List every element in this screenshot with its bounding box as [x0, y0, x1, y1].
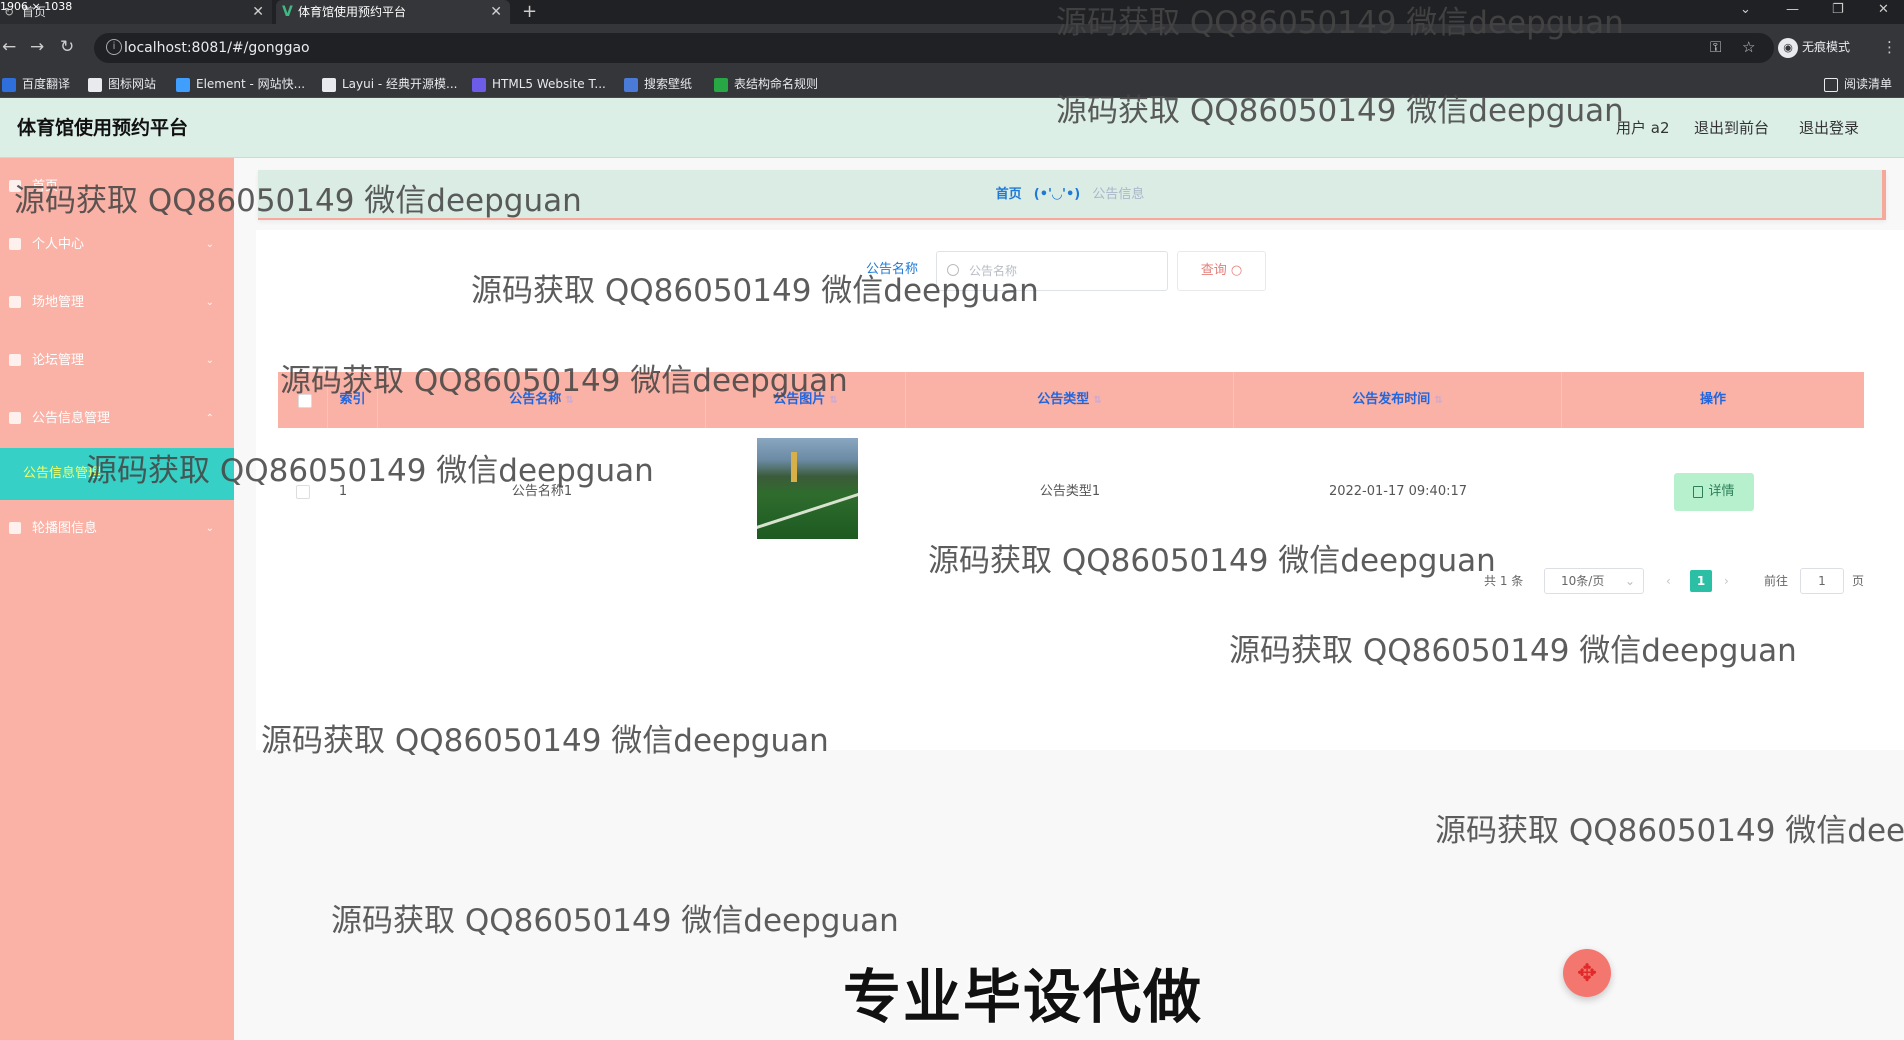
minimize-icon[interactable]: — [1786, 0, 1799, 20]
dimension-label: 1906 × 1038 [0, 0, 73, 13]
cell-time: 2022-01-17 09:40:17 [1328, 484, 1468, 499]
translate-icon [2, 77, 16, 92]
tab-search-icon[interactable]: ⌄ [1740, 0, 1751, 20]
prev-page-icon[interactable]: ‹ [1666, 568, 1671, 594]
watermark-text: 源码获取 QQ86050149 微信deepguan [928, 543, 1496, 579]
back-icon[interactable]: ← [2, 36, 16, 58]
breadcrumb-current: 公告信息 [1092, 187, 1145, 202]
cell-type: 公告类型1 [1039, 484, 1101, 499]
sidebar-item-carousel[interactable]: 轮播图信息 ⌄ [0, 500, 234, 558]
reload-icon[interactable]: ↻ [60, 36, 74, 58]
column-type[interactable]: 公告类型 ⇅ [906, 372, 1234, 428]
chevron-down-icon: ⌄ [205, 355, 214, 366]
detail-button[interactable]: 详情 [1674, 473, 1754, 511]
breadcrumb-separator: (•'◡'•) [1033, 187, 1081, 202]
close-window-icon[interactable]: ✕ [1878, 0, 1889, 20]
notice-image[interactable] [757, 438, 858, 539]
sidebar-item-forum[interactable]: 论坛管理 ⌄ [0, 332, 234, 390]
incognito-icon: ◉ [1778, 37, 1798, 58]
url-text[interactable]: localhost:8081/#/gonggao [124, 33, 310, 63]
html5-icon [472, 77, 486, 92]
page-number-current[interactable]: 1 [1690, 570, 1712, 592]
app-title: 体育馆使用预约平台 [17, 117, 189, 139]
bookmark-layui[interactable]: Layui - 经典开源模... [322, 70, 457, 98]
table-row: 1 公告名称1 公告类型1 2022-01-17 09:40:17 详情 [278, 428, 1864, 556]
column-time[interactable]: 公告发布时间 ⇅ [1234, 372, 1562, 428]
breadcrumb-home[interactable]: 首页 [996, 187, 1022, 202]
chevron-down-icon: ⌄ [205, 297, 214, 308]
restore-icon[interactable]: ❐ [1832, 0, 1844, 20]
reading-list[interactable]: 阅读清单 [1824, 70, 1892, 98]
settings-float-button[interactable]: ✥ [1563, 949, 1611, 997]
watermark-text: 源码获取 QQ86050149 微信deepguan [280, 363, 848, 399]
user-label: 用户 a2 [1616, 119, 1670, 137]
watermark-text: 源码获取 QQ86050149 微信deepguan [471, 273, 1039, 309]
sidebar-item-personal-center[interactable]: 个人中心 ⌄ [0, 216, 234, 274]
watermark-text: 源码获取 QQ86050149 微信deepguan [86, 453, 654, 489]
sidebar-item-venue[interactable]: 场地管理 ⌄ [0, 274, 234, 332]
image-icon [9, 522, 21, 534]
watermark-text: 源码获取 QQ86050149 微信deepguan [261, 723, 829, 759]
flag-icon [88, 77, 102, 92]
user-icon [9, 296, 21, 308]
bookmark-html5[interactable]: HTML5 Website T... [472, 70, 606, 98]
field-line-shape [757, 487, 858, 532]
next-page-icon[interactable]: › [1724, 568, 1729, 594]
column-actions: 操作 [1699, 392, 1726, 407]
page-suffix: 页 [1852, 574, 1865, 588]
cell-index: 1 [338, 484, 348, 499]
exit-to-front-link[interactable]: 退出到前台 [1694, 98, 1769, 158]
user-icon [9, 238, 21, 250]
new-tab-icon[interactable]: + [522, 0, 537, 24]
search-icon: ○ [1230, 263, 1243, 278]
menu-icon[interactable]: ⋮ [1882, 36, 1897, 58]
sidebar: 首页 个人中心 ⌄ 场地管理 ⌄ 论坛管理 ⌄ 公告信息管理 ⌃ 公告信息管理 … [0, 158, 234, 1040]
gear-icon: ✥ [1576, 959, 1598, 987]
bookmark-wallpaper[interactable]: 搜索壁纸 [624, 70, 692, 98]
watermark-text: 源码获取 QQ86050149 微信deepguan [14, 183, 582, 219]
close-tab-icon[interactable]: ✕ [252, 0, 264, 24]
sort-icon: ⇅ [1434, 395, 1443, 406]
key-icon[interactable]: ⚿ [1710, 36, 1721, 58]
star-icon[interactable]: ☆ [1742, 36, 1755, 58]
bookmark-naming-rules[interactable]: 表结构命名规则 [714, 70, 818, 98]
bookmark-element[interactable]: Element - 网站快... [176, 70, 305, 98]
promo-banner: 专业毕设代做 [843, 963, 1204, 1031]
vue-icon: V [282, 4, 293, 20]
element-icon [176, 77, 190, 92]
goto-label: 前往 [1764, 574, 1789, 588]
chevron-up-icon: ⌃ [205, 413, 214, 424]
watermark-text: 源码获取 QQ86050149 微信deepguan [331, 903, 899, 939]
chevron-down-icon: ⌄ [1624, 574, 1635, 588]
watermark-text: 源码获取 QQ86050149 微信deepguan [1056, 93, 1624, 129]
reading-list-icon [1824, 77, 1838, 92]
page-size-select[interactable]: 10条/页 ⌄ [1544, 568, 1644, 594]
watermark-text: 源码获取 QQ86050149 微信deepguan [1056, 5, 1624, 41]
document-icon [1693, 485, 1704, 498]
goto-page-input[interactable]: 1 [1800, 568, 1844, 594]
tab-platform[interactable]: V 体育馆使用预约平台 ✕ [276, 0, 510, 24]
chevron-down-icon: ⌄ [205, 523, 214, 534]
forward-icon[interactable]: → [30, 36, 44, 58]
layui-icon [322, 77, 336, 92]
site-info-icon[interactable]: i [106, 39, 122, 55]
bookmark-baidu-translate[interactable]: 百度翻译 [2, 70, 70, 98]
incognito-profile[interactable]: ◉ 无痕模式 [1778, 36, 1850, 58]
wallpaper-icon [624, 77, 638, 92]
watermark-text: 源码获取 QQ86050149 微信deepguan [1435, 813, 1904, 849]
cell-name: 公告名称1 [511, 484, 573, 499]
sheet-icon [714, 77, 728, 92]
bookmark-icon-site[interactable]: 图标网站 [88, 70, 156, 98]
sidebar-item-notice-management[interactable]: 公告信息管理 ⌃ [0, 390, 234, 448]
query-button[interactable]: 查询 ○ [1177, 251, 1266, 291]
watermark-text: 源码获取 QQ86050149 微信deepguan [1229, 633, 1797, 669]
chevron-down-icon: ⌄ [205, 239, 214, 250]
logout-link[interactable]: 退出登录 [1799, 98, 1859, 158]
goal-post-shape [791, 452, 797, 482]
forum-icon [9, 354, 21, 366]
close-tab-icon[interactable]: ✕ [490, 0, 502, 24]
sort-icon: ⇅ [1093, 395, 1102, 406]
notice-icon [9, 412, 21, 424]
